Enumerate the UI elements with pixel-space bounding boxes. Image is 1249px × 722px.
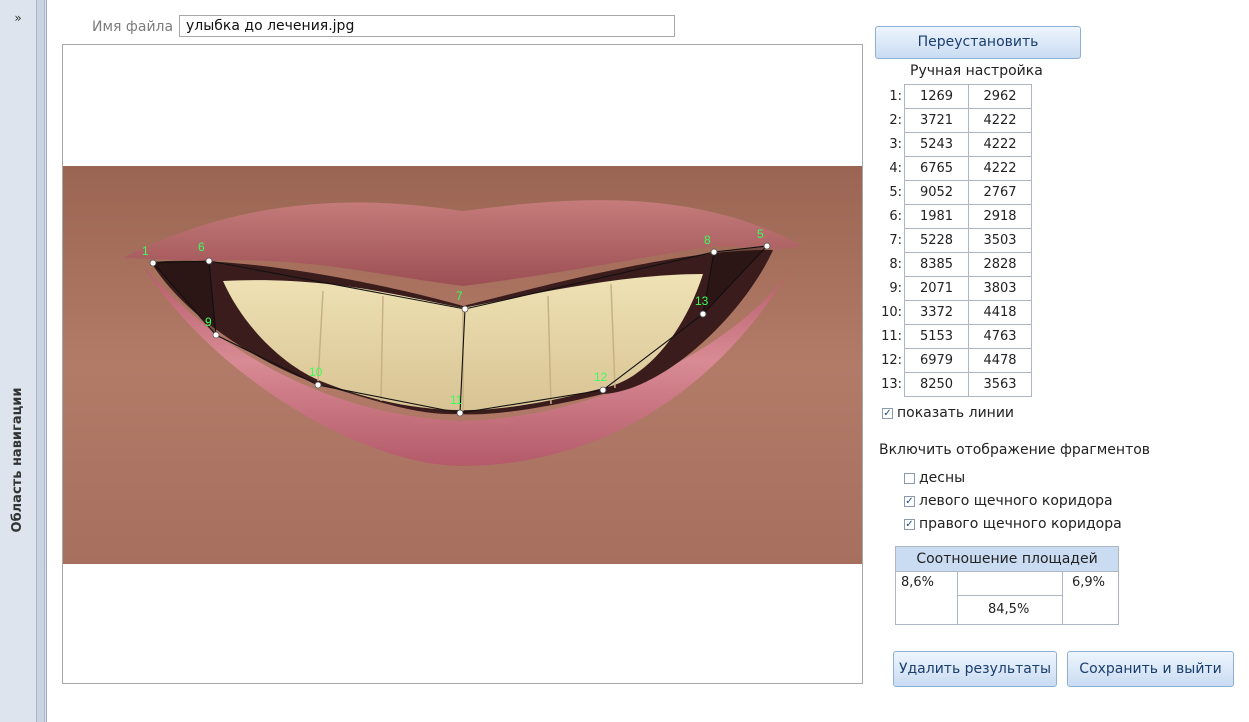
point-label: 1 (142, 244, 149, 258)
point-label: 5 (757, 227, 764, 241)
coords-row: 7: 5228 3503 (876, 228, 1032, 253)
point-label: 10 (309, 365, 323, 379)
coords-row: 10: 3372 4418 (876, 300, 1032, 325)
coords-index: 3: (889, 137, 902, 152)
point-label: 6 (198, 240, 205, 254)
coords-y-field[interactable]: 4222 (968, 132, 1032, 157)
nav-expand-button[interactable]: » (5, 8, 31, 28)
left-corridor-label: левого щечного коридора (919, 493, 1113, 509)
coords-x-field[interactable]: 5243 (904, 132, 969, 157)
show-lines-checkbox[interactable]: ✓ показать линии (882, 405, 1014, 421)
smile-photo[interactable]: 1 6 9 10 11 12 13 8 5 7 (63, 166, 862, 564)
coords-row: 6: 1981 2918 (876, 204, 1032, 229)
coords-row: 4: 6765 4222 (876, 156, 1032, 181)
show-lines-label: показать линии (897, 405, 1015, 421)
coords-y-field[interactable]: 2918 (968, 204, 1032, 229)
coords-row: 5: 9052 2767 (876, 180, 1032, 205)
coords-x-field[interactable]: 3721 (904, 108, 969, 133)
coords-row: 3: 5243 4222 (876, 132, 1032, 157)
right-corridor-label: правого щечного коридора (919, 516, 1122, 532)
coords-row: 13: 8250 3563 (876, 372, 1032, 397)
coords-x-field[interactable]: 3372 (904, 300, 969, 325)
coords-index: 10: (881, 305, 902, 320)
area-ratio-panel: Соотношение площадей 8,6% 6,9% 84,5% (895, 546, 1119, 625)
coords-x-field[interactable]: 1981 (904, 204, 969, 229)
delete-results-button[interactable]: Удалить результаты (893, 651, 1057, 687)
point-label: 7 (456, 289, 463, 303)
gums-label: десны (919, 470, 966, 486)
point-label: 12 (594, 370, 608, 384)
point-label: 13 (695, 294, 709, 308)
nav-pane-divider[interactable] (36, 0, 45, 722)
coords-row: 8: 8385 2828 (876, 252, 1032, 277)
right-corridor-checkbox[interactable]: ✓ правого щечного коридора (904, 516, 1122, 532)
coords-row: 12: 6979 4478 (876, 348, 1032, 373)
coords-y-field[interactable]: 4418 (968, 300, 1032, 325)
nav-pane-label[interactable]: Область навигации (3, 340, 33, 580)
coords-index: 12: (881, 353, 902, 368)
reset-button[interactable]: Переустановить (875, 26, 1081, 59)
coords-index: 5: (889, 185, 902, 200)
coords-y-field[interactable]: 3563 (968, 372, 1032, 397)
coords-y-field[interactable]: 4222 (968, 156, 1032, 181)
checkbox-box[interactable] (904, 472, 915, 484)
fragments-section-title: Включить отображение фрагментов (879, 442, 1151, 458)
coords-x-field[interactable]: 6765 (904, 156, 969, 181)
coords-x-field[interactable]: 2071 (904, 276, 969, 301)
coords-index: 9: (889, 281, 902, 296)
coords-y-field[interactable]: 3503 (968, 228, 1032, 253)
coords-y-field[interactable]: 2828 (968, 252, 1032, 277)
file-name-field[interactable]: улыбка до лечения.jpg (179, 15, 675, 37)
coords-y-field[interactable]: 3803 (968, 276, 1032, 301)
coords-row: 11: 5153 4763 (876, 324, 1032, 349)
coords-x-field[interactable]: 9052 (904, 180, 969, 205)
coords-x-field[interactable]: 6979 (904, 348, 969, 373)
file-name-label: Имя файла (92, 19, 174, 35)
point-label: 11 (450, 393, 463, 407)
manual-settings-title: Ручная настройка (910, 63, 1043, 79)
coords-y-field[interactable]: 2767 (968, 180, 1032, 205)
coords-y-field[interactable]: 4763 (968, 324, 1032, 349)
coords-index: 1: (889, 89, 902, 104)
checkbox-box[interactable]: ✓ (904, 495, 915, 507)
left-corridor-checkbox[interactable]: ✓ левого щечного коридора (904, 493, 1113, 509)
image-frame: 1 6 9 10 11 12 13 8 5 7 (62, 44, 863, 684)
coords-index: 8: (889, 257, 902, 272)
coords-index: 6: (889, 209, 902, 224)
coords-index: 4: (889, 161, 902, 176)
coords-y-field[interactable]: 4222 (968, 108, 1032, 133)
coords-index: 2: (889, 113, 902, 128)
point-label: 9 (205, 315, 212, 329)
coords-x-field[interactable]: 8250 (904, 372, 969, 397)
manual-coordinates-table: 1: 1269 2962 2: 3721 4222 3: 5243 4222 4: 6765 4222… (876, 84, 1032, 397)
left-corridor-ratio: 8,6% (901, 575, 935, 590)
coords-row: 1: 1269 2962 (876, 84, 1032, 109)
gums-checkbox[interactable]: десны (904, 470, 965, 486)
coords-x-field[interactable]: 5153 (904, 324, 969, 349)
coords-index: 7: (889, 233, 902, 248)
checkbox-box[interactable]: ✓ (904, 518, 915, 530)
area-ratio-title: Соотношение площадей (896, 547, 1118, 572)
coords-y-field[interactable]: 4478 (968, 348, 1032, 373)
point-label: 8 (704, 233, 711, 247)
right-corridor-ratio: 6,9% (1072, 575, 1106, 590)
coords-row: 9: 2071 3803 (876, 276, 1032, 301)
coords-x-field[interactable]: 1269 (904, 84, 969, 109)
coords-index: 13: (881, 377, 902, 392)
coords-row: 2: 3721 4222 (876, 108, 1032, 133)
coords-index: 11: (881, 329, 902, 344)
teeth-ratio: 84,5% (988, 602, 1030, 617)
coords-y-field[interactable]: 2962 (968, 84, 1032, 109)
save-and-exit-button[interactable]: Сохранить и выйти (1067, 651, 1234, 687)
coords-x-field[interactable]: 8385 (904, 252, 969, 277)
navigation-pane: » Область навигации (0, 0, 47, 722)
coords-x-field[interactable]: 5228 (904, 228, 969, 253)
checkbox-box[interactable]: ✓ (882, 407, 893, 419)
